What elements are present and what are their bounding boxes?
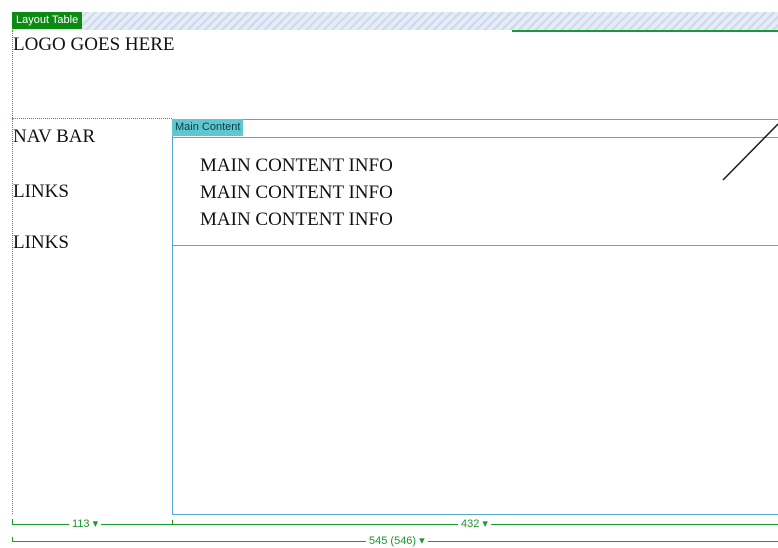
ruler-tick: [12, 537, 13, 542]
ruler-tick: [12, 519, 13, 524]
table-width-label[interactable]: 545 (546) ▾: [366, 535, 428, 548]
nav-column-width-label[interactable]: 113 ▾: [69, 518, 102, 531]
annotation-arrow-line: [722, 123, 778, 181]
main-column-width-label[interactable]: 432 ▾: [458, 518, 491, 531]
